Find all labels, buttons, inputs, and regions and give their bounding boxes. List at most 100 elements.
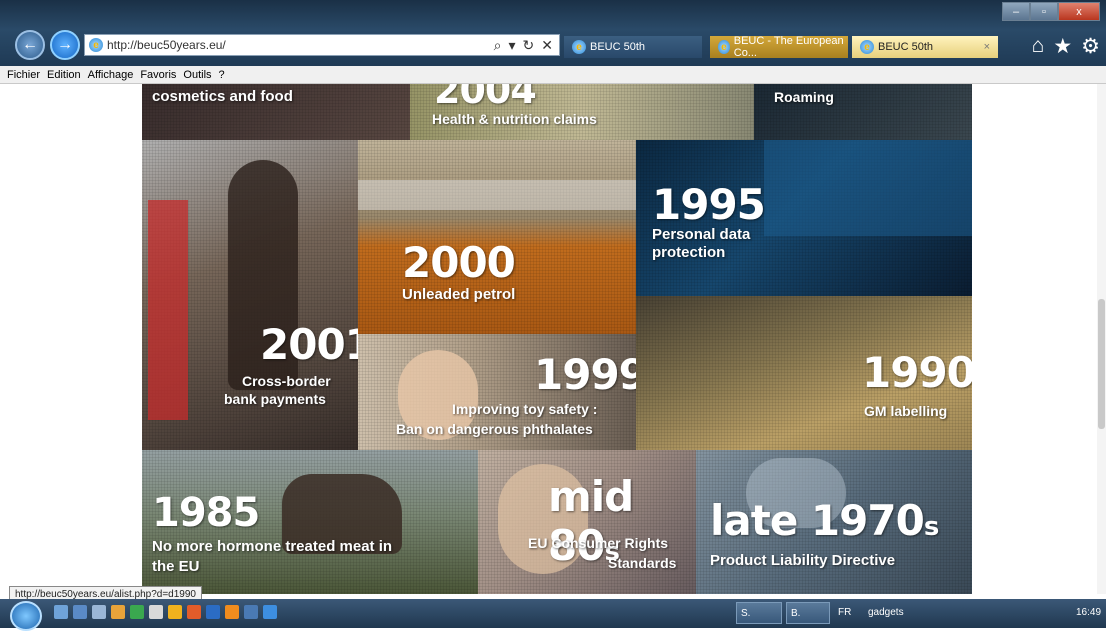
ie-tab-icon: e <box>860 40 874 54</box>
taskbar-item-label: B. <box>791 607 801 619</box>
tile-label: Personal data <box>652 226 751 243</box>
tile-1995[interactable]: 1995 Personal data protection <box>636 140 972 296</box>
tile-mid-80s[interactable]: mid 80s EU Consumer Rights Standards <box>478 450 696 594</box>
tile-label: GM labelling <box>864 403 948 419</box>
home-icon[interactable]: ⌂ <box>1032 34 1045 59</box>
app-icon[interactable] <box>225 605 239 619</box>
tile-2000[interactable]: 2000 Unleaded petrol <box>358 140 636 334</box>
tile-roaming[interactable]: Roaming <box>754 84 972 140</box>
tab-close-icon[interactable]: × <box>984 41 990 53</box>
app-icon[interactable] <box>130 605 144 619</box>
arrow-left-icon: ← <box>22 36 38 53</box>
tile-label: No more hormone treated meat in <box>152 538 393 555</box>
app-icon[interactable] <box>92 605 106 619</box>
tab-label: BEUC 50th <box>878 41 934 53</box>
station-image <box>358 180 636 210</box>
tile-label: cosmetics and food <box>152 88 293 105</box>
star-icon[interactable]: ★ <box>1053 34 1072 59</box>
gadgets-toolbar[interactable]: gadgets <box>868 607 904 618</box>
scrollbar-thumb[interactable] <box>1098 299 1105 429</box>
tile-label: EU Consumer Rights <box>528 535 669 551</box>
ie-icon[interactable] <box>263 605 277 619</box>
app-icon[interactable] <box>149 605 163 619</box>
chevron-down-icon[interactable]: ▾ <box>509 37 516 54</box>
forward-button[interactable]: → <box>50 30 80 60</box>
back-button[interactable]: ← <box>15 30 45 60</box>
language-indicator[interactable]: FR <box>838 607 851 618</box>
menu-edition[interactable]: Edition <box>47 69 81 81</box>
tile-cosmetics[interactable]: cosmetics and food <box>142 84 410 140</box>
gear-icon[interactable]: ⚙ <box>1081 34 1100 59</box>
menu-outils[interactable]: Outils <box>183 69 211 81</box>
tab-label: BEUC 50th <box>590 41 646 53</box>
browser-toolbar-icons: ⌂ ★ ⚙ <box>1032 34 1100 59</box>
tile-year: 1990s <box>862 348 972 397</box>
close-button[interactable]: x <box>1058 2 1100 21</box>
maximize-button[interactable]: ▫ <box>1030 2 1058 21</box>
search-icon[interactable]: ⌕ <box>494 37 502 54</box>
tile-year: 1999 <box>534 350 636 399</box>
tile-label: the EU <box>152 558 200 575</box>
menu-favoris[interactable]: Favoris <box>140 69 176 81</box>
menu-help[interactable]: ? <box>219 69 225 81</box>
tile-label: Ban on dangerous phthalates <box>396 421 593 437</box>
tab-label: BEUC - The European Co... <box>733 35 844 59</box>
tile-label: Health & nutrition claims <box>432 111 597 127</box>
tile-late-1970s[interactable]: late 1970s Product Liability Directive <box>696 450 972 594</box>
ie-page-icon: e <box>89 38 103 52</box>
refresh-icon[interactable]: ↻ <box>523 37 535 54</box>
atm-image <box>148 200 188 420</box>
tab-beuc-50th-1[interactable]: e BEUC 50th <box>564 36 702 58</box>
tile-2004[interactable]: 2004 Health & nutrition claims <box>410 84 754 140</box>
app-icon[interactable] <box>73 605 87 619</box>
tile-1990s[interactable]: 1990s GM labelling <box>636 296 972 450</box>
address-bar[interactable]: e http://beuc50years.eu/ ⌕ ▾ ↻ ✕ <box>84 34 560 56</box>
tile-year: 1985 <box>152 490 260 536</box>
menu-fichier[interactable]: Fichier <box>7 69 40 81</box>
tile-label: Unleaded petrol <box>402 286 516 303</box>
url-text[interactable]: http://beuc50years.eu/ <box>107 38 226 52</box>
taskbar-item-s[interactable]: S. <box>736 602 782 624</box>
app-icon[interactable] <box>168 605 182 619</box>
app-icon[interactable] <box>187 605 201 619</box>
tile-1985[interactable]: 1985 No more hormone treated meat in the… <box>142 450 478 594</box>
tile-label: Cross-border <box>242 373 331 389</box>
app-icon[interactable] <box>244 605 258 619</box>
tile-label: Product Liability Directive <box>710 552 896 569</box>
taskbar-item-label: S. <box>741 607 751 619</box>
taskbar: S. B. FR gadgets 16:49 <box>0 599 1106 631</box>
stop-icon[interactable]: ✕ <box>541 37 553 54</box>
tile-year: 2000 <box>402 238 516 287</box>
tab-beuc-european[interactable]: e BEUC - The European Co... <box>710 35 848 59</box>
minimize-button[interactable]: – <box>1002 2 1030 21</box>
page-content: cosmetics and food 2004 Health & nutriti… <box>0 84 1106 594</box>
tile-label: Standards <box>608 555 677 571</box>
tile-1999[interactable]: 1999 Improving toy safety : Ban on dange… <box>358 334 636 450</box>
app-icon[interactable] <box>206 605 220 619</box>
app-icon[interactable] <box>54 605 68 619</box>
tile-label: bank payments <box>224 391 326 407</box>
ie-tab-icon: e <box>572 40 586 54</box>
app-icon[interactable] <box>111 605 125 619</box>
ie-tab-icon: e <box>718 40 730 54</box>
browser-chrome: – ▫ x ← → e http://beuc50years.eu/ ⌕ ▾ ↻… <box>0 0 1106 66</box>
data-image <box>764 140 972 236</box>
tile-2001[interactable]: 2001 Cross-border bank payments <box>142 140 358 450</box>
tab-beuc-50th-active[interactable]: e BEUC 50th × <box>852 36 998 58</box>
tile-year: 1995 <box>652 180 766 229</box>
tile-year: 2004 <box>434 84 537 112</box>
taskbar-item-b[interactable]: B. <box>786 602 830 624</box>
window-controls: – ▫ x <box>1002 2 1100 21</box>
tile-year: 2001 <box>260 320 358 369</box>
menu-bar: Fichier Edition Affichage Favoris Outils… <box>0 66 1106 84</box>
clock[interactable]: 16:49 <box>1076 607 1101 618</box>
arrow-right-icon: → <box>57 36 73 53</box>
tile-label: protection <box>652 244 726 261</box>
tile-label: Improving toy safety : <box>452 401 598 417</box>
vertical-scrollbar[interactable] <box>1097 84 1106 594</box>
tile-label: Roaming <box>774 89 834 105</box>
quick-launch <box>54 605 277 619</box>
start-button[interactable] <box>10 601 42 631</box>
menu-affichage[interactable]: Affichage <box>88 69 134 81</box>
tile-year: late 1970s <box>710 496 939 545</box>
